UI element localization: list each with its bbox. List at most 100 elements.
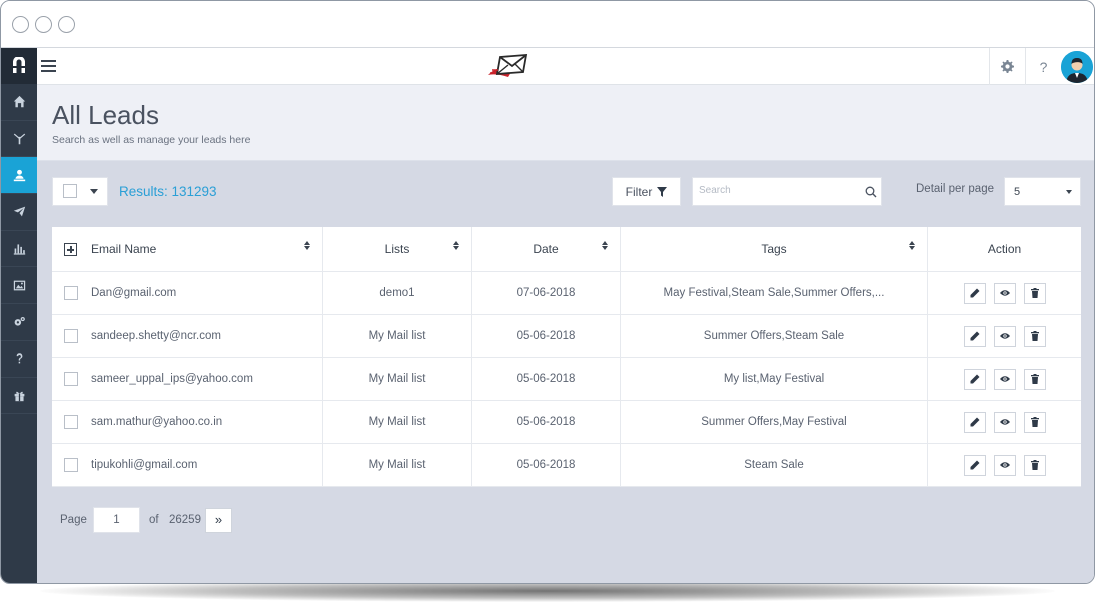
search-input[interactable] bbox=[699, 185, 859, 196]
page-header: All Leads Search as well as manage your … bbox=[37, 85, 1094, 161]
help-icon bbox=[16, 353, 22, 364]
column-header-date[interactable]: Date bbox=[472, 227, 621, 271]
pencil-icon bbox=[970, 331, 979, 341]
email-text: Dan@gmail.com bbox=[91, 287, 177, 299]
cell-email: tipukohli@gmail.com bbox=[52, 444, 323, 486]
cell-email: sameer_uppal_ips@yahoo.com bbox=[52, 358, 323, 400]
sidebar-item-campaigns[interactable] bbox=[1, 121, 37, 158]
bulk-select-dropdown[interactable] bbox=[52, 177, 108, 206]
cell-date: 05-06-2018 bbox=[472, 401, 621, 443]
sidebar-item-media[interactable] bbox=[1, 267, 37, 305]
table-row: sameer_uppal_ips@yahoo.com My Mail list 05… bbox=[52, 358, 1081, 401]
cell-email: sandeep.shetty@ncr.com bbox=[52, 315, 323, 357]
edit-button[interactable] bbox=[963, 282, 986, 304]
cell-list: My Mail list bbox=[323, 444, 472, 486]
table-row: sam.mathur@yahoo.co.in My Mail list 05-06-… bbox=[52, 401, 1081, 444]
pagination-page-input[interactable]: 1 bbox=[93, 507, 140, 533]
sidebar-item-leads[interactable] bbox=[1, 157, 37, 195]
sidebar-item-rewards[interactable] bbox=[1, 378, 37, 415]
edit-button[interactable] bbox=[963, 411, 986, 433]
sort-icon[interactable] bbox=[453, 241, 459, 250]
sidebar-item-reports[interactable] bbox=[1, 231, 37, 268]
sidebar-item-help[interactable] bbox=[1, 341, 37, 378]
cell-list: My Mail list bbox=[323, 401, 472, 443]
cell-list: My Mail list bbox=[323, 315, 472, 357]
cell-date: 07-06-2018 bbox=[472, 272, 621, 314]
edit-button[interactable] bbox=[963, 454, 986, 476]
email-text: sameer_uppal_ips@yahoo.com bbox=[91, 373, 253, 385]
column-header-email[interactable]: Email Name bbox=[52, 227, 323, 271]
page-title: All Leads bbox=[52, 100, 159, 130]
row-checkbox[interactable] bbox=[64, 329, 78, 343]
main-content: Results: 131293 Filter Detail per page 5 bbox=[37, 161, 1094, 583]
email-text: sam.mathur@yahoo.co.in bbox=[91, 416, 223, 428]
window-control-maximize[interactable] bbox=[58, 16, 75, 33]
edit-button[interactable] bbox=[963, 325, 986, 347]
email-text: sandeep.shetty@ncr.com bbox=[91, 330, 221, 342]
row-checkbox[interactable] bbox=[64, 372, 78, 386]
column-header-tags[interactable]: Tags bbox=[621, 227, 928, 271]
detail-per-page-label: Detail per page bbox=[916, 183, 994, 195]
eye-icon bbox=[999, 462, 1010, 468]
paper-plane-icon bbox=[13, 207, 25, 217]
image-icon bbox=[13, 280, 25, 291]
edit-button[interactable] bbox=[963, 368, 986, 390]
magnet-logo-icon[interactable] bbox=[1, 48, 37, 84]
results-count: Results: 131293 bbox=[119, 184, 217, 199]
user-avatar-icon bbox=[1061, 51, 1093, 83]
user-avatar[interactable] bbox=[1059, 49, 1094, 85]
bar-chart-icon bbox=[13, 244, 25, 255]
row-checkbox[interactable] bbox=[64, 286, 78, 300]
sidebar-item-send[interactable] bbox=[1, 194, 37, 231]
detail-per-page-select[interactable]: 5 bbox=[1004, 177, 1081, 206]
cell-tags: May Festival,Steam Sale,Summer Offers,..… bbox=[621, 272, 928, 314]
table-row: Dan@gmail.com demo1 07-06-2018 May Festival… bbox=[52, 272, 1081, 315]
cell-tags: Summer Offers,May Festival bbox=[621, 401, 928, 443]
trash-icon bbox=[1030, 331, 1039, 341]
cell-actions bbox=[928, 315, 1081, 357]
sidebar bbox=[1, 48, 37, 583]
sort-icon[interactable] bbox=[602, 241, 608, 250]
sidebar-item-settings[interactable] bbox=[1, 304, 37, 341]
cell-tags: Steam Sale bbox=[621, 444, 928, 486]
view-button[interactable] bbox=[993, 454, 1016, 476]
select-all-checkbox[interactable] bbox=[63, 184, 77, 198]
view-button[interactable] bbox=[993, 282, 1016, 304]
gears-icon bbox=[14, 317, 25, 327]
cell-actions bbox=[928, 358, 1081, 400]
settings-button[interactable] bbox=[989, 48, 1025, 85]
top-navbar: ? bbox=[37, 48, 1094, 85]
cell-email: sam.mathur@yahoo.co.in bbox=[52, 401, 323, 443]
menu-toggle-icon[interactable] bbox=[41, 60, 56, 72]
antenna-icon bbox=[13, 133, 25, 145]
row-checkbox[interactable] bbox=[64, 415, 78, 429]
delete-button[interactable] bbox=[1023, 454, 1046, 476]
view-button[interactable] bbox=[993, 325, 1016, 347]
filter-button[interactable]: Filter bbox=[612, 177, 681, 206]
home-icon bbox=[13, 96, 25, 108]
eye-icon bbox=[999, 290, 1010, 296]
delete-button[interactable] bbox=[1023, 411, 1046, 433]
row-checkbox[interactable] bbox=[64, 458, 78, 472]
sidebar-item-home[interactable] bbox=[1, 84, 37, 121]
view-button[interactable] bbox=[993, 411, 1016, 433]
window-control-close[interactable] bbox=[12, 16, 29, 33]
window-control-minimize[interactable] bbox=[35, 16, 52, 33]
eye-icon bbox=[999, 333, 1010, 339]
chevron-down-icon bbox=[1066, 190, 1072, 194]
delete-button[interactable] bbox=[1023, 368, 1046, 390]
pagination-next-button[interactable]: » bbox=[205, 508, 232, 533]
view-button[interactable] bbox=[993, 368, 1016, 390]
delete-button[interactable] bbox=[1023, 325, 1046, 347]
search-icon[interactable] bbox=[865, 186, 877, 198]
email-text: tipukohli@gmail.com bbox=[91, 459, 198, 471]
sort-icon[interactable] bbox=[909, 241, 915, 250]
help-button[interactable]: ? bbox=[1025, 48, 1061, 85]
sort-icon[interactable] bbox=[304, 241, 310, 250]
delete-button[interactable] bbox=[1023, 282, 1046, 304]
expand-all-icon[interactable] bbox=[64, 243, 77, 256]
column-header-lists[interactable]: Lists bbox=[323, 227, 472, 271]
cell-tags: Summer Offers,Steam Sale bbox=[621, 315, 928, 357]
column-label: Action bbox=[987, 242, 1022, 256]
cell-list: My Mail list bbox=[323, 358, 472, 400]
